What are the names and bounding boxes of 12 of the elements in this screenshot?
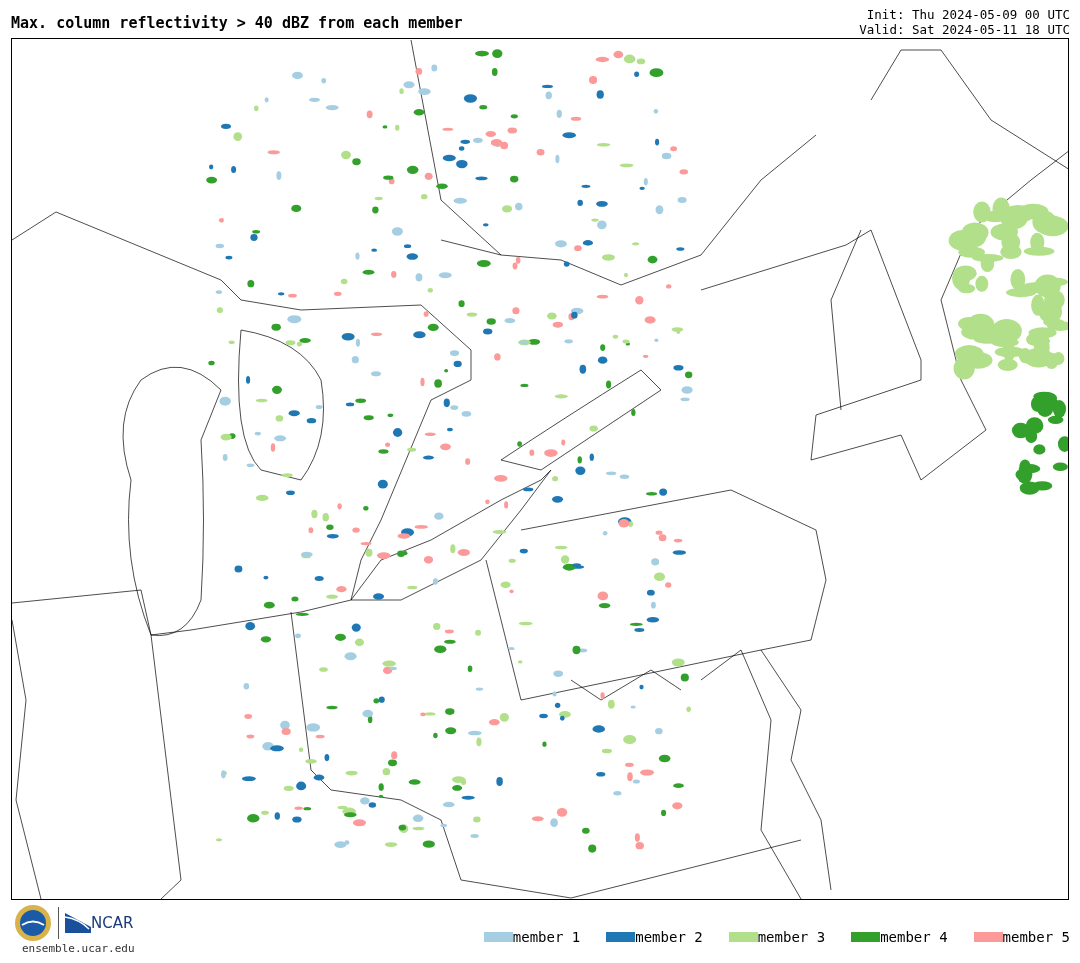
nsf-globe-icon (14, 904, 52, 942)
legend-label: member 4 (880, 929, 948, 945)
init-time: Init: Thu 2024-05-09 00 UTC (865, 7, 1070, 22)
legend-label: member 1 (512, 929, 581, 945)
ncar-logo-icon (65, 913, 91, 933)
legend-label: member 2 (635, 929, 703, 945)
site-url: ensemble.ucar.edu (22, 942, 135, 955)
legend-label: member 5 (1002, 929, 1070, 945)
legend-label: member 3 (757, 929, 826, 945)
valid-time: Valid: Sat 2024-05-11 18 UTC (859, 22, 1070, 37)
plot-title: Max. column reflectivity > 40 dBZ from each member (11, 14, 463, 34)
ncar-label: NCAR (91, 914, 134, 932)
